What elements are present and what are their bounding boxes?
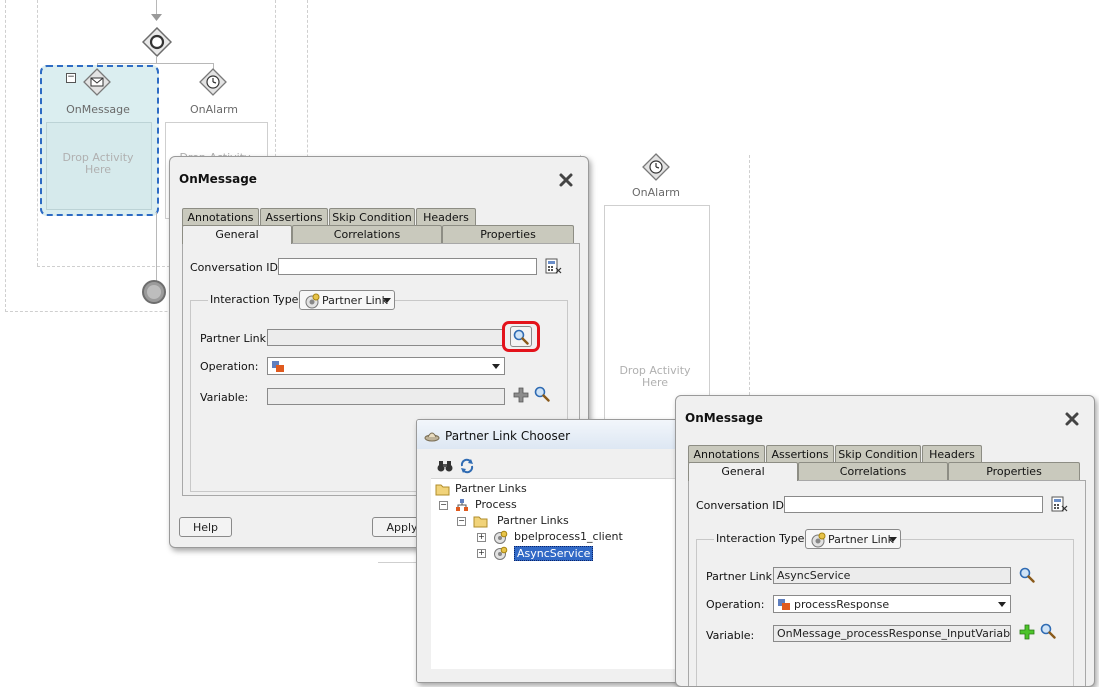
partner-link-icon [811, 532, 826, 548]
pick-gateway-icon[interactable] [142, 27, 172, 57]
chooser-title: Partner Link Chooser [445, 429, 571, 443]
tab-correlations[interactable]: Correlations [798, 462, 948, 480]
operation-select[interactable] [267, 357, 505, 375]
partner-link-chooser-dialog: Partner Link Chooser Partner Links − Pro… [416, 419, 708, 683]
tab-properties[interactable]: Properties [948, 462, 1080, 480]
refresh-icon[interactable] [459, 458, 475, 474]
chevron-down-icon [383, 298, 391, 303]
collapse-icon[interactable]: − [66, 73, 76, 83]
partner-link-icon [305, 293, 320, 309]
search-icon[interactable] [1019, 567, 1035, 583]
onmessage-dialog-2: OnMessage Annotations Assertions Skip Co… [675, 395, 1095, 687]
dialog-title: OnMessage [179, 172, 257, 186]
drop-activity-text2: Drop Activity Here [619, 364, 691, 389]
pick-border-left [37, 0, 38, 266]
help-button[interactable]: Help [179, 517, 232, 537]
onmessage-label: OnMessage [66, 103, 130, 116]
partner-link-label: Partner Link: [200, 332, 270, 345]
chevron-down-icon [998, 602, 1006, 607]
chevron-down-icon [889, 537, 897, 542]
onalarm-label: OnAlarm [190, 103, 238, 116]
browse-partner-link-button[interactable] [510, 326, 532, 347]
calculator-icon[interactable] [1051, 496, 1068, 513]
tab-general[interactable]: General [688, 462, 798, 481]
operation-label: Operation: [706, 598, 765, 611]
add-icon[interactable] [513, 387, 529, 403]
partner-link-icon [494, 546, 508, 560]
variable-input: OnMessage_processResponse_InputVariable [773, 625, 1011, 642]
binoculars-icon[interactable] [437, 459, 453, 473]
scope-border-left [5, 0, 6, 312]
collapse-icon[interactable]: − [439, 501, 448, 510]
add-icon[interactable] [1019, 624, 1035, 640]
flow-arrow-icon [151, 14, 162, 21]
variable-label: Variable: [200, 391, 249, 404]
partner-link-label: Partner Link: [706, 570, 776, 583]
interaction-group [696, 539, 1074, 686]
process-icon [456, 499, 468, 511]
tab-assertions[interactable]: Assertions [260, 208, 328, 226]
tab-skip-condition[interactable]: Skip Condition [329, 208, 415, 226]
chevron-down-icon [492, 364, 500, 369]
variable-input [267, 388, 505, 405]
variable-label: Variable: [706, 629, 755, 642]
calculator-icon[interactable] [545, 258, 562, 275]
search-icon [513, 329, 529, 345]
search-icon[interactable] [534, 386, 550, 402]
onalarm2-label: OnAlarm [632, 186, 680, 199]
tab-properties[interactable]: Properties [442, 225, 574, 243]
close-icon[interactable] [558, 172, 574, 188]
conversation-id-input[interactable] [278, 258, 537, 275]
conversation-id-label: Conversation ID: [696, 499, 788, 512]
dialog-title: OnMessage [685, 411, 763, 425]
interaction-type-label: Interaction Type: [714, 532, 811, 545]
search-icon[interactable] [1040, 623, 1056, 639]
interaction-type-dropdown[interactable]: Partner Link [299, 290, 395, 310]
folder-open-icon [435, 484, 450, 496]
tab-correlations[interactable]: Correlations [292, 225, 442, 243]
tab-general[interactable]: General [182, 225, 292, 244]
conversation-id-label: Conversation ID: [190, 261, 282, 274]
partner-link-input [267, 329, 503, 346]
folder-open-icon [473, 516, 488, 528]
tab-annotations[interactable]: Annotations [182, 208, 259, 226]
partner-link-icon [494, 530, 508, 544]
onmessage-envelope-icon [83, 68, 111, 96]
collapse-icon[interactable]: − [457, 517, 466, 526]
operation-select[interactable]: processResponse [773, 595, 1011, 613]
chooser-title-bar: Partner Link Chooser [417, 420, 707, 450]
end-node-icon[interactable] [142, 280, 166, 304]
conversation-id-input[interactable] [784, 496, 1043, 513]
expand-icon[interactable]: + [477, 549, 486, 558]
tab-annotations[interactable]: Annotations [688, 445, 765, 463]
tab-headers[interactable]: Headers [416, 208, 476, 226]
expand-icon[interactable]: + [477, 533, 486, 542]
tab-headers[interactable]: Headers [922, 445, 982, 463]
app-icon [424, 432, 440, 442]
interaction-type-dropdown[interactable]: Partner Link [805, 529, 901, 549]
close-icon[interactable] [1064, 411, 1080, 427]
onalarm2-clock-icon[interactable] [642, 153, 670, 181]
operation-icon [272, 361, 284, 372]
operation-label: Operation: [200, 360, 259, 373]
partner-link-input: AsyncService [773, 567, 1011, 584]
onalarm-clock-icon[interactable] [199, 68, 227, 96]
interaction-type-label: Interaction Type: [208, 293, 305, 306]
tab-skip-condition[interactable]: Skip Condition [835, 445, 921, 463]
tab-assertions[interactable]: Assertions [766, 445, 834, 463]
partner-link-tree [431, 478, 707, 669]
operation-icon [778, 599, 790, 610]
drop-activity-text: Drop Activity Here [62, 151, 134, 176]
